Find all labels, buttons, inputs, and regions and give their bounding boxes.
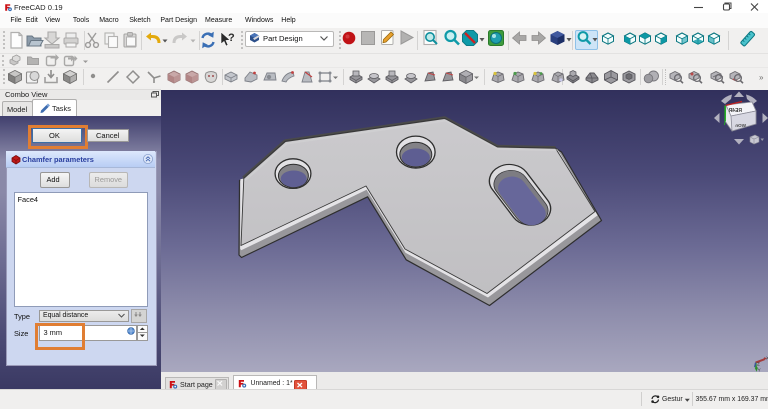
svg-text:Z: Z [757, 362, 760, 367]
svg-text:WOn: WOn [735, 123, 746, 128]
svg-text:?: ? [228, 32, 235, 44]
svg-text:RE4R: RE4R [728, 108, 742, 114]
